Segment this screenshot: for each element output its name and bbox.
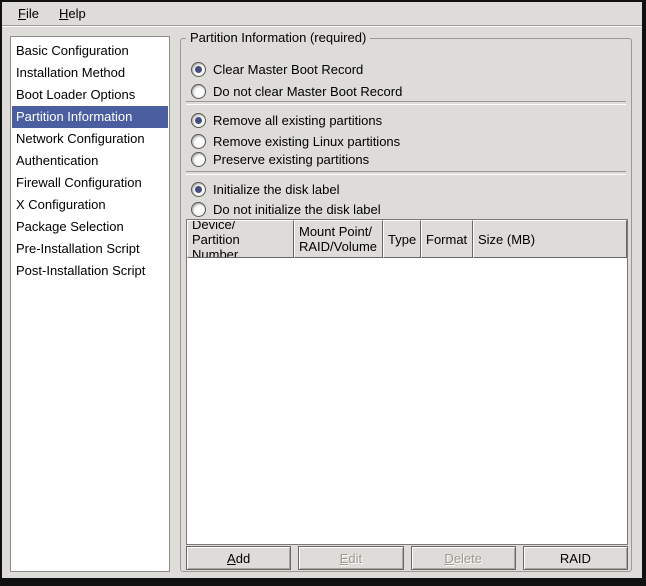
partition-table-header: Device/ Partition NumberMount Point/ RAI… [187, 220, 627, 258]
radio-option-initialize-the-disk-label[interactable]: Initialize the disk label [191, 180, 339, 198]
radio-button-icon[interactable] [191, 134, 206, 149]
separator [186, 101, 626, 105]
partition-information-frame: Partition Information (required) Device/… [180, 38, 632, 572]
radio-button-icon[interactable] [191, 62, 206, 77]
add-button[interactable]: Add [186, 546, 291, 570]
sidebar-item-authentication[interactable]: Authentication [12, 150, 168, 172]
column-header-mount-point[interactable]: Mount Point/ RAID/Volume [294, 220, 383, 258]
radio-label: Preserve existing partitions [213, 152, 369, 167]
radio-option-clear-master-boot-record[interactable]: Clear Master Boot Record [191, 60, 363, 78]
radio-label: Remove all existing partitions [213, 113, 382, 128]
separator [186, 171, 626, 175]
radio-option-do-not-initialize-the-disk-label[interactable]: Do not initialize the disk label [191, 200, 381, 218]
radio-option-remove-existing-linux-partitions[interactable]: Remove existing Linux partitions [191, 132, 400, 150]
column-header-size-mb[interactable]: Size (MB) [473, 220, 627, 258]
menu-file[interactable]: File [8, 3, 49, 24]
radio-label: Remove existing Linux partitions [213, 134, 400, 149]
sidebar-item-basic-configuration[interactable]: Basic Configuration [12, 40, 168, 62]
sidebar-item-boot-loader-options[interactable]: Boot Loader Options [12, 84, 168, 106]
sidebar-item-installation-method[interactable]: Installation Method [12, 62, 168, 84]
frame-title: Partition Information (required) [186, 30, 370, 45]
delete-button: Delete [411, 546, 516, 570]
sidebar-item-network-configuration[interactable]: Network Configuration [12, 128, 168, 150]
partition-table-body[interactable] [187, 258, 627, 544]
category-list: Basic ConfigurationInstallation MethodBo… [10, 36, 170, 572]
sidebar-item-firewall-configuration[interactable]: Firewall Configuration [12, 172, 168, 194]
radio-button-icon[interactable] [191, 84, 206, 99]
edit-button: Edit [298, 546, 403, 570]
kickstart-configurator-window: File Help Basic ConfigurationInstallatio… [0, 0, 646, 586]
radio-label: Initialize the disk label [213, 182, 339, 197]
radio-button-icon[interactable] [191, 182, 206, 197]
radio-label: Clear Master Boot Record [213, 62, 363, 77]
radio-option-do-not-clear-master-boot-record[interactable]: Do not clear Master Boot Record [191, 82, 402, 100]
radio-label: Do not clear Master Boot Record [213, 84, 402, 99]
radio-button-icon[interactable] [191, 202, 206, 217]
table-button-row: Add Edit Delete RAID [186, 546, 628, 570]
radio-label: Do not initialize the disk label [213, 202, 381, 217]
menu-bar: File Help [2, 2, 642, 26]
sidebar-item-x-configuration[interactable]: X Configuration [12, 194, 168, 216]
sidebar-item-package-selection[interactable]: Package Selection [12, 216, 168, 238]
radio-option-preserve-existing-partitions[interactable]: Preserve existing partitions [191, 150, 369, 168]
menu-help[interactable]: Help [49, 3, 96, 24]
column-header-type[interactable]: Type [383, 220, 421, 258]
raid-button[interactable]: RAID [523, 546, 628, 570]
partition-table: Device/ Partition NumberMount Point/ RAI… [186, 219, 628, 545]
radio-button-icon[interactable] [191, 152, 206, 167]
radio-option-remove-all-existing-partitions[interactable]: Remove all existing partitions [191, 111, 382, 129]
sidebar-item-partition-information[interactable]: Partition Information [12, 106, 168, 128]
sidebar-item-pre-installation-script[interactable]: Pre-Installation Script [12, 238, 168, 260]
radio-button-icon[interactable] [191, 113, 206, 128]
column-header-format[interactable]: Format [421, 220, 473, 258]
column-header-device[interactable]: Device/ Partition Number [187, 220, 294, 258]
sidebar-item-post-installation-script[interactable]: Post-Installation Script [12, 260, 168, 282]
